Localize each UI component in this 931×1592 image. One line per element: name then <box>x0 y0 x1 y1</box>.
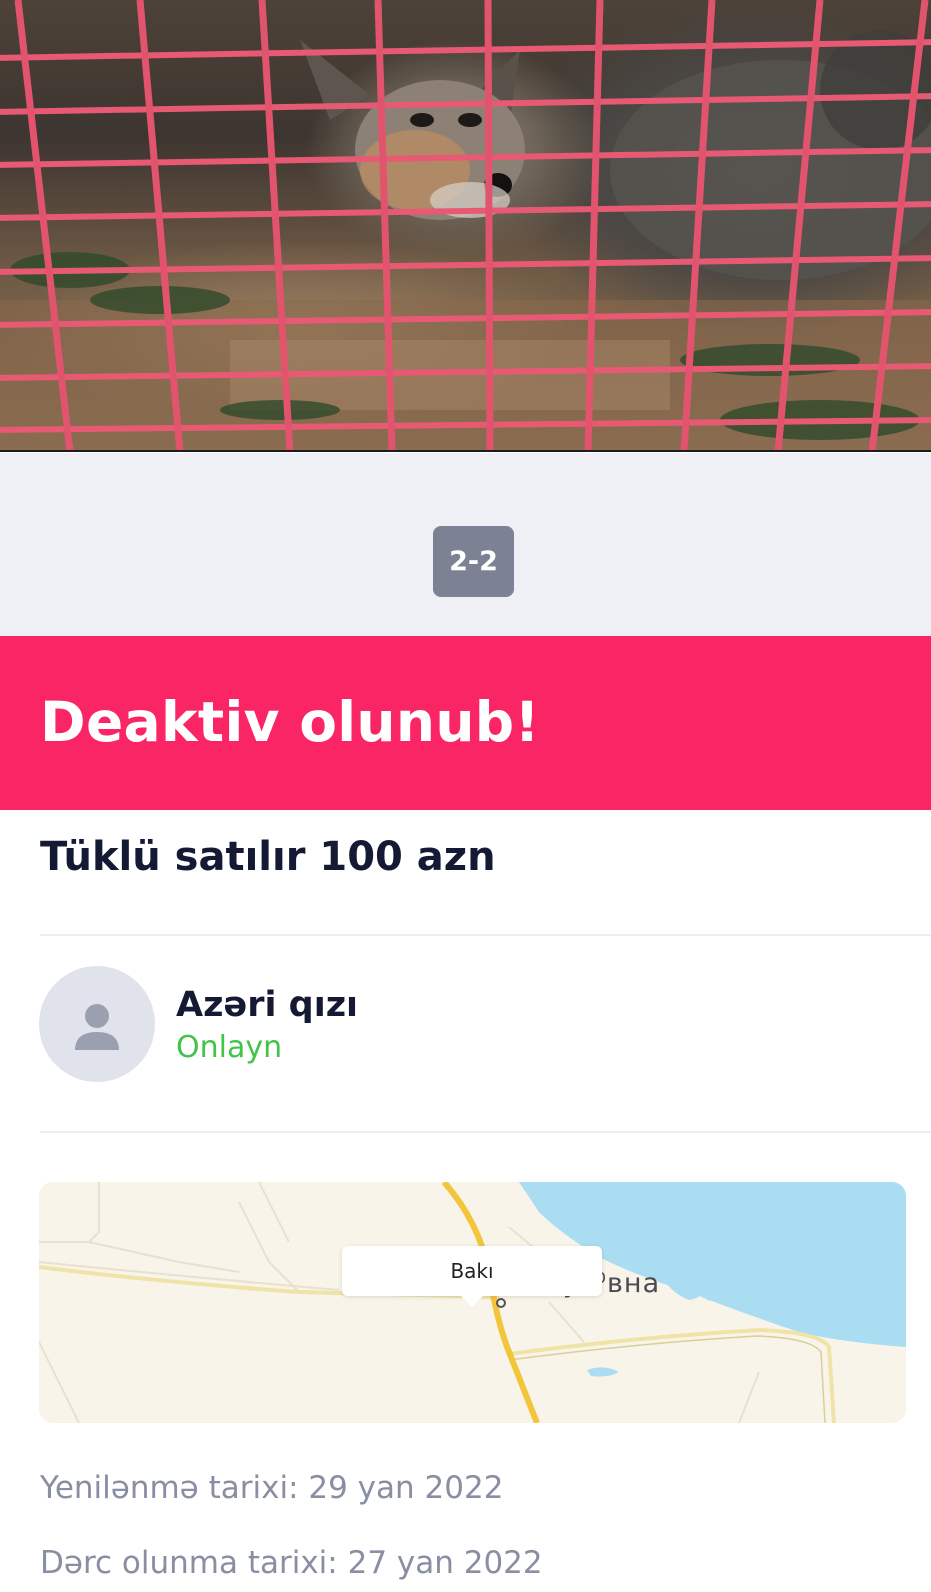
divider <box>40 934 931 936</box>
seller-name[interactable]: Azəri qızı <box>176 985 358 1025</box>
divider <box>40 1131 931 1133</box>
avatar[interactable] <box>39 966 155 1082</box>
photo-bottom-edge <box>0 450 931 452</box>
cage-grid-graphic <box>0 0 931 452</box>
updated-date: Yenilənmə tarixi: 29 yan 2022 <box>40 1470 504 1506</box>
deactivated-text: Deaktiv olunub! <box>40 690 540 754</box>
seller-status: Onlayn <box>176 1030 283 1065</box>
image-counter-badge: 2-2 <box>433 526 514 597</box>
user-silhouette-icon <box>75 1004 119 1050</box>
published-date: Dərc olunma tarixi: 27 yan 2022 <box>40 1545 543 1581</box>
map-location-callout: Bakı <box>342 1246 602 1296</box>
map-callout-pointer <box>460 1295 484 1307</box>
listing-title: Tüklü satılır 100 azn <box>40 834 496 880</box>
listing-photo[interactable] <box>0 0 931 452</box>
location-map[interactable]: ᵦуз⁰вна Bakı <box>39 1182 906 1423</box>
gallery-counter-band: 2-2 <box>0 453 931 636</box>
deactivated-banner: Deaktiv olunub! <box>0 636 931 810</box>
